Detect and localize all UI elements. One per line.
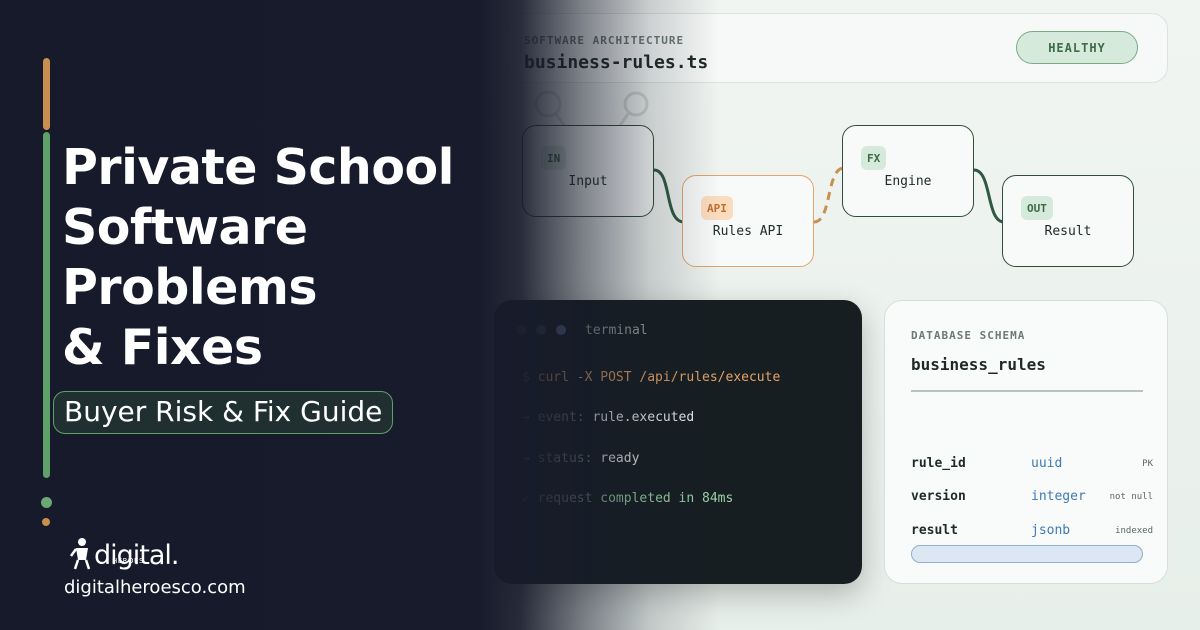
line-key: status: xyxy=(537,451,601,466)
page-title: Private School Software Problems & Fixes xyxy=(62,138,492,378)
architecture-header-card: SOFTWARE ARCHITECTURE business-rules.ts … xyxy=(508,13,1168,83)
schema-row: result jsonb indexed xyxy=(911,523,1153,543)
terminal-window[interactable]: terminal $ curl -X POST /api/rules/execu… xyxy=(494,300,862,584)
terminal-dot-yellow-icon xyxy=(536,325,546,335)
terminal-dot-red-icon xyxy=(516,325,526,335)
schema-table-name: business_rules xyxy=(911,355,1046,374)
schema-label: DATABASE SCHEMA xyxy=(911,329,1026,342)
check-icon: ✓ xyxy=(522,491,538,506)
subtitle-badge: Buyer Risk & Fix Guide xyxy=(53,391,394,434)
line-value: completed in 84ms xyxy=(600,491,734,506)
flow-node-result[interactable]: OUT Result xyxy=(1002,175,1134,267)
schema-divider xyxy=(911,390,1143,392)
column-type: integer xyxy=(1031,489,1086,504)
headline-line: & Fixes xyxy=(62,319,263,376)
hero-figure-icon xyxy=(70,538,91,570)
column-type: jsonb xyxy=(1031,523,1071,538)
accent-bar-green xyxy=(43,132,50,478)
line-value: ready xyxy=(600,451,640,466)
terminal-dot-green-icon xyxy=(556,325,566,335)
terminal-line-complete: ✓ request completed in 84ms xyxy=(522,491,733,506)
terminal-line-command: $ curl -X POST /api/rules/execute xyxy=(522,370,780,385)
accent-dot-orange xyxy=(42,518,50,526)
accent-bar-orange xyxy=(43,58,50,130)
database-schema-card: DATABASE SCHEMA business_rules rule_id u… xyxy=(884,300,1168,584)
schema-row: version integer not null xyxy=(911,489,1153,509)
command-text: curl -X POST /api/rules/execute xyxy=(537,370,781,385)
header-file-name: business-rules.ts xyxy=(524,52,709,73)
arrow-icon: → xyxy=(522,410,538,425)
website-url[interactable]: digitalheroesco.com xyxy=(64,577,246,598)
arrow-icon: → xyxy=(522,451,538,466)
node-label: Input xyxy=(568,174,608,189)
node-tag-api: API xyxy=(701,196,733,220)
node-label: Result xyxy=(1044,224,1092,239)
line-key: event: xyxy=(537,410,593,425)
flow-node-input[interactable]: IN Input xyxy=(522,125,654,217)
flow-node-rules-api[interactable]: API Rules API xyxy=(682,175,814,267)
column-type: uuid xyxy=(1031,456,1063,471)
column-name: result xyxy=(911,523,958,538)
logo-subtext: HEROES xyxy=(112,557,144,565)
line-value: rule.executed xyxy=(592,410,695,425)
column-flag: PK xyxy=(1142,459,1153,469)
terminal-line-status: → status: ready xyxy=(522,451,639,466)
schema-highlight-bar xyxy=(911,545,1143,563)
column-flag: not null xyxy=(1109,492,1153,502)
node-label: Rules API xyxy=(712,224,784,239)
flow-node-engine[interactable]: FX Engine xyxy=(842,125,974,217)
connector-api-engine xyxy=(813,166,845,224)
node-tag-fx: FX xyxy=(861,146,887,170)
node-tag-in: IN xyxy=(541,146,567,170)
header-label: SOFTWARE ARCHITECTURE xyxy=(524,34,685,47)
node-tag-out: OUT xyxy=(1021,196,1053,220)
connector-input-api xyxy=(653,168,685,224)
terminal-line-event: → event: rule.executed xyxy=(522,410,694,425)
headline-line: Software xyxy=(62,199,308,256)
schema-row: rule_id uuid PK xyxy=(911,456,1153,476)
headline-line: Problems xyxy=(62,259,318,316)
terminal-title: terminal xyxy=(585,323,648,338)
accent-dot-green xyxy=(41,497,52,508)
column-name: version xyxy=(911,489,966,504)
column-name: rule_id xyxy=(911,456,966,471)
headline-line: Private School xyxy=(62,139,454,196)
prompt-symbol: $ xyxy=(522,370,538,385)
line-key: request xyxy=(537,491,601,506)
connector-engine-result xyxy=(973,168,1005,224)
column-flag: indexed xyxy=(1115,526,1153,536)
node-label: Engine xyxy=(884,174,932,189)
logo-wordmark: digital. xyxy=(94,540,179,571)
status-badge: HEALTHY xyxy=(1016,31,1138,64)
